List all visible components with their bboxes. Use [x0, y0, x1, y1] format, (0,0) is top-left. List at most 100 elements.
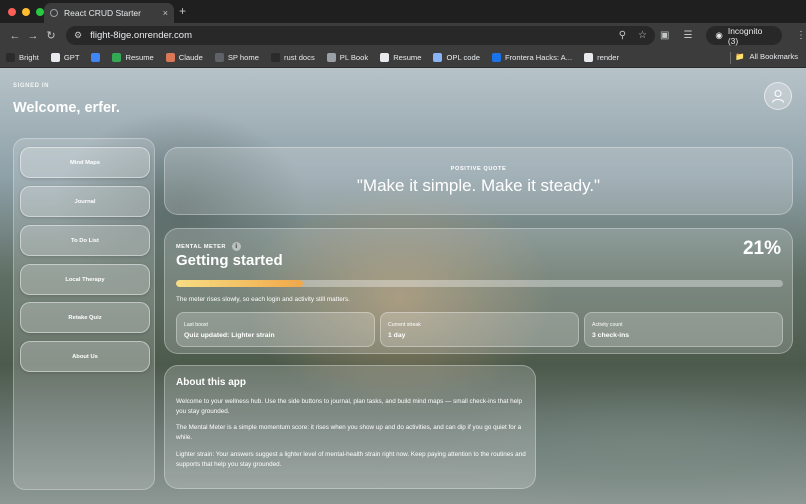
bookmark-item[interactable]: SP home — [214, 53, 259, 62]
browser-tab[interactable]: React CRUD Starter × — [44, 3, 174, 23]
address-bar[interactable]: ⚙ flight-8ige.onrender.com ⚲ ☆ — [66, 26, 655, 45]
bookmark-favicon-icon — [433, 53, 443, 62]
forward-arrow-icon[interactable]: → — [24, 30, 42, 42]
bookmark-favicon-icon — [380, 53, 390, 62]
sidebar-panel-icon[interactable]: ▣ — [660, 30, 669, 41]
tab-title: React CRUD Starter — [64, 8, 141, 18]
signed-in-label: SIGNED IN — [13, 83, 50, 89]
bookmark-item[interactable]: Claude — [165, 53, 203, 62]
bookmark-label: Resume — [125, 53, 154, 62]
new-tab-button[interactable]: + — [179, 4, 186, 18]
folder-icon: 📁 — [735, 52, 745, 61]
bookmark-label: GPT — [63, 53, 80, 62]
mental-meter-label: MENTAL METER i — [176, 242, 241, 251]
tab-favicon-icon — [50, 9, 58, 17]
sidebar-item-journal[interactable]: Journal — [20, 186, 150, 217]
bookmark-item[interactable]: PL Book — [326, 53, 369, 62]
about-paragraph: Welcome to your wellness hub. Use the si… — [176, 398, 523, 416]
bookmark-label: Frontera Hacks: A... — [504, 53, 573, 62]
bookmark-item[interactable] — [91, 53, 101, 62]
bookmark-item[interactable]: Resume — [112, 53, 154, 62]
incognito-badge[interactable]: ◉ Incognito (3) — [706, 25, 782, 46]
quote-card: POSITIVE QUOTE "Make it simple. Make it … — [164, 147, 793, 215]
bookmark-item[interactable]: Resume — [380, 53, 421, 62]
browser-toolbar: ← → ↻ ⚙ flight-8ige.onrender.com ⚲ ☆ ▣ ☰… — [0, 23, 806, 48]
bookmark-favicon-icon — [270, 53, 280, 62]
bookmark-favicon-icon — [50, 53, 60, 62]
app-page: SIGNED IN Welcome, erfer. Mind Maps Jour… — [0, 68, 806, 504]
bookmarks-bar: Bright GPT Resume Claude SP home rust docs PL … — [0, 48, 806, 68]
bookmark-item[interactable]: GPT — [50, 53, 80, 62]
bookmark-item[interactable]: rust docs — [270, 53, 315, 62]
all-bookmarks-label: All Bookmarks — [749, 52, 798, 61]
about-paragraph: Lighter strain: Your answers suggest a l… — [176, 451, 526, 469]
stat-key: Current streak — [388, 322, 421, 328]
sidebar-item-retake-quiz[interactable]: Retake Quiz — [20, 302, 150, 333]
zoom-icon[interactable]: ⚲ — [619, 30, 626, 41]
bookmark-item[interactable]: OPL code — [433, 53, 480, 62]
meter-title: Getting started — [176, 252, 283, 269]
site-settings-icon[interactable]: ⚙ — [74, 30, 82, 41]
bookmark-favicon-icon — [326, 53, 336, 62]
incognito-label: Incognito (3) — [727, 25, 763, 46]
stat-key: Last boost — [184, 322, 208, 328]
profile-avatar-button[interactable] — [764, 82, 792, 110]
about-title: About this app — [176, 377, 246, 388]
bookmark-item[interactable]: Frontera Hacks: A... — [491, 53, 573, 62]
sidebar-item-to-do-list[interactable]: To Do List — [20, 225, 150, 256]
mental-meter-card: MENTAL METER i Getting started 21% The m… — [164, 228, 793, 354]
sidebar-nav: Mind Maps Journal To Do List Local Thera… — [13, 138, 155, 490]
bookmark-favicon-icon — [112, 53, 122, 62]
meter-note: The meter rises slowly, so each login an… — [176, 296, 350, 303]
stat-last-boost: Last boost Quiz updated: Lighter strain — [176, 312, 375, 347]
quote-text: "Make it simple. Make it steady." — [356, 176, 601, 195]
bookmark-favicon-icon — [165, 53, 175, 62]
browser-tab-strip: React CRUD Starter × + — [0, 0, 806, 23]
bookmark-favicon-icon — [491, 53, 501, 62]
user-icon — [771, 89, 785, 103]
welcome-heading: Welcome, erfer. — [13, 100, 120, 116]
bookmark-label: Bright — [19, 53, 39, 62]
browser-menu-icon[interactable]: ⋮ — [796, 30, 806, 41]
bookmark-label: Claude — [178, 53, 203, 62]
reload-icon[interactable]: ↻ — [42, 29, 60, 42]
tab-close-icon[interactable]: × — [163, 8, 168, 18]
bookmark-favicon-icon — [6, 53, 15, 62]
meter-percent: 21% — [742, 238, 781, 259]
back-arrow-icon[interactable]: ← — [6, 30, 24, 42]
meter-progress-track — [176, 280, 783, 287]
bookmark-item[interactable]: render — [584, 53, 619, 62]
sidebar-item-mind-maps[interactable]: Mind Maps — [20, 147, 150, 178]
bookmark-item[interactable]: Bright — [6, 53, 39, 62]
bookmark-label: PL Book — [339, 53, 369, 62]
meter-progress-fill — [176, 280, 304, 287]
info-icon[interactable]: i — [231, 242, 241, 251]
minimize-window-button[interactable] — [22, 7, 30, 16]
about-card: About this app Welcome to your wellness … — [164, 365, 536, 489]
stat-current-streak: Current streak 1 day — [380, 312, 579, 347]
bookmark-label: OPL code — [446, 53, 480, 62]
stat-value: 3 check-ins — [592, 332, 630, 339]
maximize-window-button[interactable] — [36, 7, 44, 16]
close-window-button[interactable] — [8, 7, 16, 16]
bookmark-star-icon[interactable]: ☆ — [638, 30, 647, 41]
bookmarks-divider — [730, 52, 731, 64]
stat-value: 1 day — [388, 332, 406, 339]
about-paragraph: The Mental Meter is a simple momentum sc… — [176, 424, 522, 442]
stat-key: Activity count — [592, 322, 623, 328]
all-bookmarks-button[interactable]: 📁 All Bookmarks — [735, 52, 798, 61]
bookmark-label: Resume — [393, 53, 422, 62]
address-bar-url[interactable]: flight-8ige.onrender.com — [90, 30, 619, 41]
bookmark-label: SP home — [227, 53, 259, 62]
sidebar-item-about-us[interactable]: About Us — [20, 341, 150, 372]
incognito-icon: ◉ — [715, 30, 723, 40]
stat-value: Quiz updated: Lighter strain — [184, 332, 275, 339]
bookmark-favicon-icon — [584, 53, 594, 62]
mental-meter-label-text: MENTAL METER — [176, 243, 226, 250]
media-controls-icon[interactable]: ☰ — [683, 30, 692, 41]
sidebar-item-local-therapy[interactable]: Local Therapy — [20, 264, 150, 295]
quote-label: POSITIVE QUOTE — [450, 166, 507, 172]
bookmark-label: render — [597, 53, 620, 62]
bookmark-label: rust docs — [283, 53, 315, 62]
window-controls — [8, 7, 44, 16]
